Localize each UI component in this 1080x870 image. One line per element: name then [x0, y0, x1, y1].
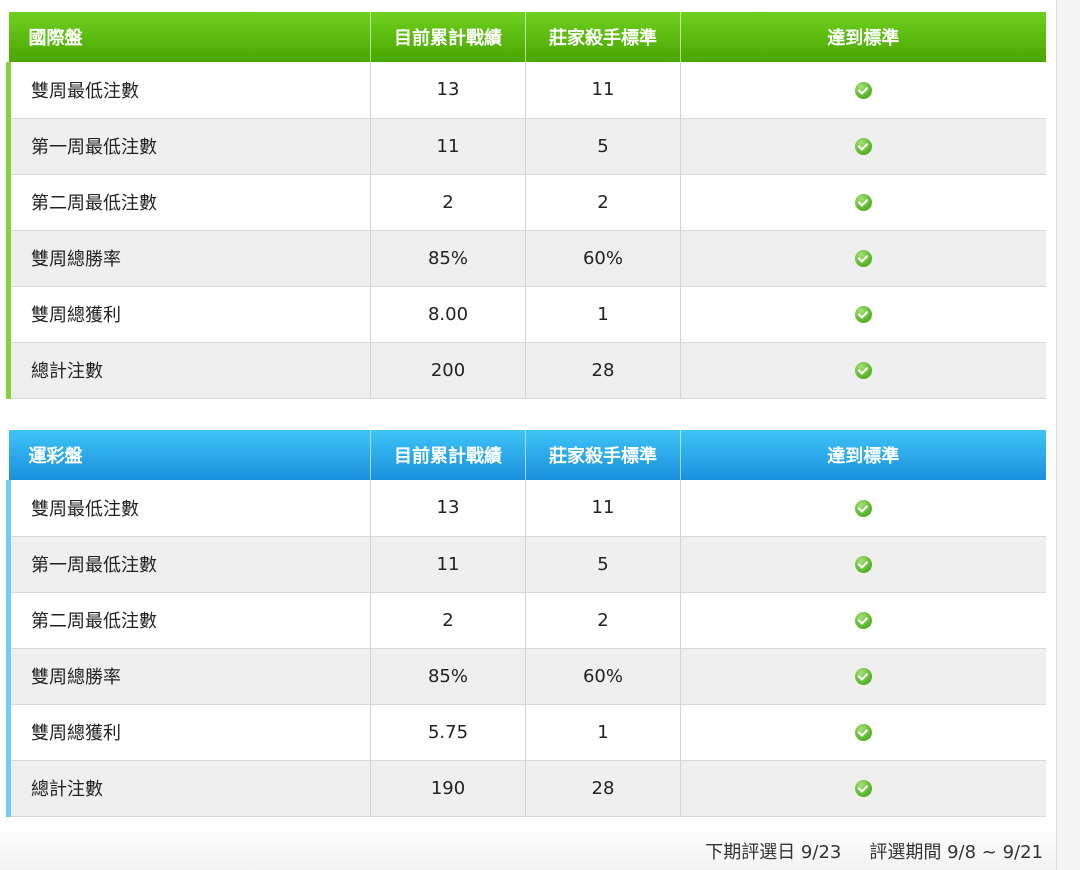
row-current-value: 85% [370, 648, 526, 705]
row-label: 第一周最低注數 [6, 118, 371, 175]
row-achieved-cell [680, 286, 1046, 343]
table-row: 雙周最低注數 13 11 [6, 480, 1046, 537]
row-standard-value: 5 [525, 536, 681, 593]
check-icon [854, 81, 872, 99]
table-header-row: 運彩盤 目前累計戰績 莊家殺手標準 達到標準 [8, 430, 1046, 480]
row-label: 第二周最低注數 [6, 592, 371, 649]
row-label: 雙周總勝率 [6, 648, 371, 705]
table-row: 雙周總勝率 85% 60% [6, 230, 1046, 287]
column-header-achieved: 達到標準 [827, 28, 900, 49]
row-achieved-cell [680, 648, 1046, 705]
row-current-value: 85% [370, 230, 526, 287]
check-icon [854, 780, 872, 797]
footer-info: 下期評選日 9/23 評選期間 9/8 ~ 9/21 [705, 838, 1043, 864]
row-current-value: 8.00 [370, 286, 526, 343]
row-current-value: 200 [370, 342, 526, 399]
row-standard-value: 1 [525, 704, 681, 761]
row-label: 總計注數 [6, 760, 371, 817]
table-row: 第二周最低注數 2 2 [6, 592, 1046, 649]
row-current-value: 13 [370, 62, 526, 119]
table-row: 雙周最低注數 13 11 [6, 62, 1046, 119]
table-header-row: 國際盤 目前累計戰績 莊家殺手標準 達到標準 [8, 12, 1046, 62]
page-scroll-track[interactable] [1056, 0, 1080, 870]
row-achieved-cell [680, 230, 1046, 287]
check-icon [854, 612, 872, 629]
row-achieved-cell [680, 536, 1046, 593]
row-standard-value: 60% [525, 648, 681, 705]
row-standard-value: 11 [525, 480, 681, 537]
column-header-achieved: 達到標準 [827, 446, 900, 467]
international-stats-table: 國際盤 目前累計戰績 莊家殺手標準 達到標準 雙周最低注數 13 11 第一周最… [6, 12, 1046, 399]
row-achieved-cell [680, 62, 1046, 119]
table-row: 第一周最低注數 11 5 [6, 536, 1046, 593]
row-label: 雙周總勝率 [6, 230, 371, 287]
table-row: 雙周總獲利 5.75 1 [6, 704, 1046, 761]
check-icon [854, 556, 872, 573]
row-current-value: 11 [370, 118, 526, 175]
table-row: 雙周總勝率 85% 60% [6, 648, 1046, 705]
row-standard-value: 5 [525, 118, 681, 175]
check-icon [854, 250, 872, 267]
check-icon [854, 499, 872, 517]
column-header-current: 目前累計戰績 [370, 430, 526, 480]
row-achieved-cell [680, 118, 1046, 175]
row-achieved-cell [680, 174, 1046, 231]
row-standard-value: 60% [525, 230, 681, 287]
table-row: 第二周最低注數 2 2 [6, 174, 1046, 231]
table-row: 總計注數 200 28 [6, 342, 1046, 399]
row-standard-value: 28 [525, 342, 681, 399]
row-label: 第二周最低注數 [6, 174, 371, 231]
table-row: 雙周總獲利 8.00 1 [6, 286, 1046, 343]
table-row: 第一周最低注數 11 5 [6, 118, 1046, 175]
row-standard-value: 2 [525, 592, 681, 649]
row-current-value: 13 [370, 480, 526, 537]
row-current-value: 11 [370, 536, 526, 593]
row-current-value: 190 [370, 760, 526, 817]
row-label: 第一周最低注數 [6, 536, 371, 593]
row-achieved-cell [680, 342, 1046, 399]
table-row: 總計注數 190 28 [6, 760, 1046, 817]
row-current-value: 2 [370, 592, 526, 649]
table-title: 運彩盤 [8, 430, 371, 480]
row-label: 雙周總獲利 [6, 286, 371, 343]
page: 國際盤 目前累計戰績 莊家殺手標準 達到標準 雙周最低注數 13 11 第一周最… [0, 0, 1080, 870]
row-label: 雙周最低注數 [6, 62, 371, 119]
table-title: 國際盤 [8, 12, 371, 62]
row-standard-value: 1 [525, 286, 681, 343]
row-standard-value: 11 [525, 62, 681, 119]
check-icon [854, 362, 872, 379]
row-label: 雙周最低注數 [6, 480, 371, 537]
column-header-standard: 莊家殺手標準 [525, 430, 681, 480]
check-icon [854, 668, 872, 685]
row-achieved-cell [680, 480, 1046, 537]
row-label: 總計注數 [6, 342, 371, 399]
row-achieved-cell [680, 592, 1046, 649]
check-icon [854, 306, 872, 323]
column-header-current: 目前累計戰績 [370, 12, 526, 62]
row-standard-value: 28 [525, 760, 681, 817]
next-selection-date: 下期評選日 9/23 [705, 842, 842, 863]
row-label: 雙周總獲利 [6, 704, 371, 761]
check-icon [854, 194, 872, 211]
column-header-standard: 莊家殺手標準 [525, 12, 681, 62]
row-current-value: 2 [370, 174, 526, 231]
row-achieved-cell [680, 760, 1046, 817]
check-icon [854, 724, 872, 741]
row-standard-value: 2 [525, 174, 681, 231]
row-current-value: 5.75 [370, 704, 526, 761]
row-achieved-cell [680, 704, 1046, 761]
check-icon [854, 138, 872, 155]
selection-period: 評選期間 9/8 ~ 9/21 [869, 842, 1043, 863]
sports-lottery-stats-table: 運彩盤 目前累計戰績 莊家殺手標準 達到標準 雙周最低注數 13 11 第一周最… [6, 430, 1046, 817]
